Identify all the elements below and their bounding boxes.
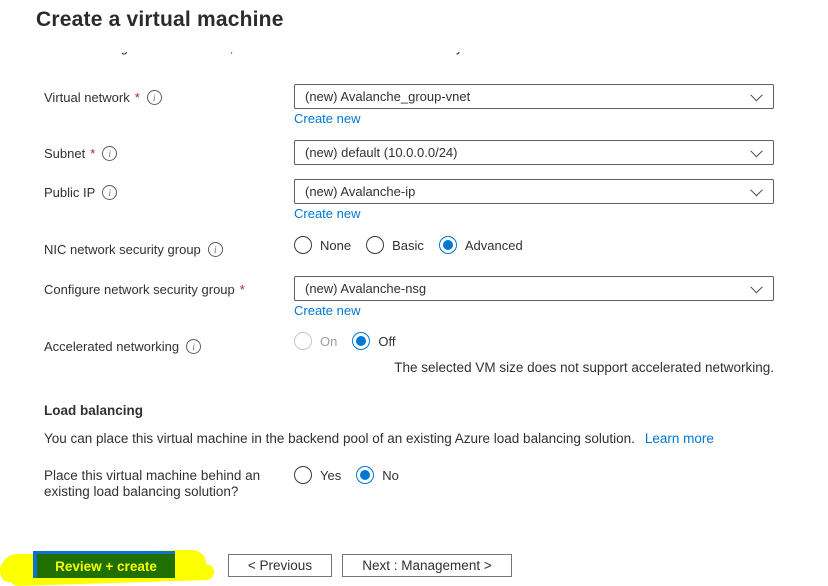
configure-nsg-label: Configure network security group * xyxy=(44,282,245,297)
info-icon[interactable]: i xyxy=(207,242,223,257)
nic-nsg-option-basic[interactable]: Basic xyxy=(366,236,424,254)
radio-icon xyxy=(366,236,385,254)
info-icon[interactable]: i xyxy=(102,185,118,200)
nic-nsg-radio-group: None Basic Advanced xyxy=(294,236,523,254)
subnet-value: (new) default (10.0.0.0/24) xyxy=(305,145,458,160)
info-icon[interactable]: i xyxy=(146,90,162,105)
chevron-down-icon xyxy=(750,88,763,101)
radio-disabled-icon xyxy=(294,332,312,350)
subnet-dropdown[interactable]: (new) default (10.0.0.0/24) xyxy=(294,140,774,165)
chevron-down-icon xyxy=(750,144,763,157)
next-management-button[interactable]: Next : Management > xyxy=(342,554,512,577)
virtual-network-label: Virtual network * i xyxy=(44,90,162,105)
radio-selected-icon xyxy=(352,332,371,350)
accelerated-networking-note: The selected VM size does not support ac… xyxy=(394,360,774,375)
load-balancing-radio-group: Yes No xyxy=(294,466,399,484)
info-icon[interactable]: i xyxy=(186,339,202,354)
public-ip-create-new-link[interactable]: Create new xyxy=(294,206,360,221)
accelerated-networking-radio-group: On Off xyxy=(294,332,395,350)
create-vm-networking-page: Create a virtual machine When creating a… xyxy=(0,0,828,586)
previous-button[interactable]: < Previous xyxy=(228,554,332,577)
accelerated-networking-option-on: On xyxy=(294,332,337,350)
accelerated-networking-label: Accelerated networking i xyxy=(44,339,202,354)
required-asterisk: * xyxy=(90,146,96,161)
virtual-network-dropdown[interactable]: (new) Avalanche_group-vnet xyxy=(294,84,774,109)
public-ip-value: (new) Avalanche-ip xyxy=(305,184,416,199)
nic-nsg-option-none[interactable]: None xyxy=(294,236,351,254)
load-balancing-header: Load balancing xyxy=(44,403,144,418)
page-title: Create a virtual machine xyxy=(36,8,284,31)
review-create-button[interactable]: Review + create xyxy=(37,554,175,578)
radio-icon xyxy=(294,236,312,254)
load-balancing-option-no[interactable]: No xyxy=(356,466,399,484)
learn-more-link[interactable]: Learn more xyxy=(645,431,714,446)
load-balancing-description: You can place this virtual machine in th… xyxy=(44,431,714,446)
clipped-description-text: When creating a virtual machine, a netwo… xyxy=(44,52,744,61)
chevron-down-icon xyxy=(750,280,763,293)
required-asterisk: * xyxy=(239,282,245,297)
load-balancing-option-yes[interactable]: Yes xyxy=(294,466,341,484)
accelerated-networking-option-off[interactable]: Off xyxy=(352,332,395,350)
radio-icon xyxy=(294,466,312,484)
public-ip-dropdown[interactable]: (new) Avalanche-ip xyxy=(294,179,774,204)
virtual-network-create-new-link[interactable]: Create new xyxy=(294,111,360,126)
public-ip-label: Public IP i xyxy=(44,185,118,200)
nic-nsg-label: NIC network security group i xyxy=(44,242,223,257)
radio-selected-icon xyxy=(438,236,457,254)
info-icon[interactable]: i xyxy=(102,146,118,161)
configure-nsg-create-new-link[interactable]: Create new xyxy=(294,303,360,318)
required-asterisk: * xyxy=(134,90,140,105)
configure-nsg-dropdown[interactable]: (new) Avalanche-nsg xyxy=(294,276,774,301)
nic-nsg-option-advanced[interactable]: Advanced xyxy=(438,236,523,254)
radio-selected-icon xyxy=(356,466,375,484)
subnet-label: Subnet * i xyxy=(44,146,118,161)
configure-nsg-value: (new) Avalanche-nsg xyxy=(305,281,427,296)
load-balancing-question-label: Place this virtual machine behind an exi… xyxy=(44,468,261,499)
chevron-down-icon xyxy=(750,183,763,196)
virtual-network-value: (new) Avalanche_group-vnet xyxy=(305,89,471,104)
